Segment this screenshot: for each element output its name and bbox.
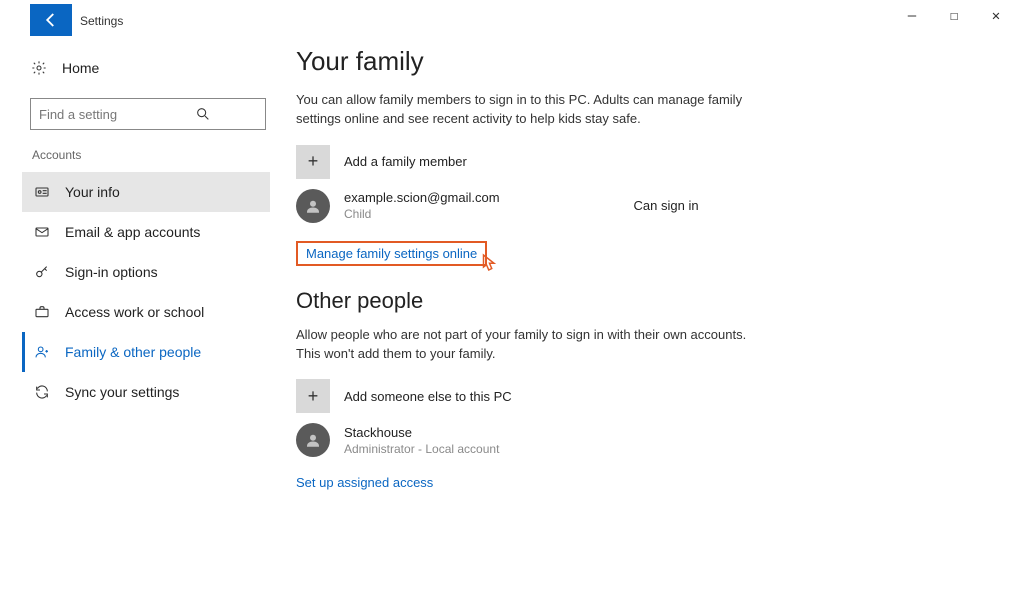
- add-family-member-button[interactable]: + Add a family member: [296, 145, 984, 179]
- manage-family-link[interactable]: Manage family settings online: [306, 246, 477, 261]
- add-other-label: Add someone else to this PC: [344, 389, 512, 404]
- sidebar-item-label: Email & app accounts: [65, 224, 200, 240]
- sidebar-item-label: Sign-in options: [65, 264, 158, 280]
- other-heading: Other people: [296, 288, 984, 314]
- close-button[interactable]: ✕: [986, 6, 1006, 26]
- sidebar-item-label: Your info: [65, 184, 120, 200]
- search-icon: [148, 105, 257, 123]
- assigned-access-link[interactable]: Set up assigned access: [296, 475, 433, 490]
- other-user-row[interactable]: Stackhouse Administrator - Local account: [296, 423, 984, 457]
- plus-icon: +: [296, 379, 330, 413]
- family-member-row[interactable]: example.scion@gmail.com Child Can sign i…: [296, 189, 984, 223]
- other-user-name: Stackhouse: [344, 425, 499, 440]
- member-email: example.scion@gmail.com: [344, 190, 500, 205]
- add-other-button[interactable]: + Add someone else to this PC: [296, 379, 984, 413]
- sidebar-item-label: Sync your settings: [65, 384, 179, 400]
- manage-family-link-highlight: Manage family settings online: [296, 241, 487, 266]
- other-description: Allow people who are not part of your fa…: [296, 326, 756, 364]
- app-title: Settings: [80, 6, 123, 36]
- maximize-button[interactable]: ☐: [944, 6, 964, 26]
- search-placeholder: Find a setting: [39, 107, 148, 122]
- sidebar-item-label: Family & other people: [65, 344, 201, 360]
- sidebar-item-family[interactable]: Family & other people: [22, 332, 270, 372]
- home-nav[interactable]: Home: [30, 50, 264, 86]
- sidebar-item-your-info[interactable]: Your info: [22, 172, 270, 212]
- person-icon: [33, 343, 51, 361]
- plus-icon: +: [296, 145, 330, 179]
- member-role: Child: [344, 207, 500, 221]
- back-button[interactable]: [30, 4, 72, 36]
- cursor-annotation: [473, 249, 503, 282]
- sidebar-item-email[interactable]: Email & app accounts: [22, 212, 270, 252]
- sync-icon: [33, 383, 51, 401]
- home-label: Home: [62, 60, 99, 76]
- sidebar-item-label: Access work or school: [65, 304, 204, 320]
- sidebar-item-sync[interactable]: Sync your settings: [22, 372, 270, 412]
- member-status: Can sign in: [634, 198, 699, 213]
- family-heading: Your family: [296, 46, 984, 77]
- avatar-icon: [296, 423, 330, 457]
- search-input[interactable]: Find a setting: [30, 98, 266, 130]
- category-label: Accounts: [32, 148, 264, 162]
- other-user-role: Administrator - Local account: [344, 442, 499, 456]
- sidebar-item-signin[interactable]: Sign-in options: [22, 252, 270, 292]
- mail-icon: [33, 223, 51, 241]
- family-description: You can allow family members to sign in …: [296, 91, 756, 129]
- id-card-icon: [33, 183, 51, 201]
- main-panel: Your family You can allow family members…: [268, 40, 1024, 596]
- briefcase-icon: [33, 303, 51, 321]
- add-family-label: Add a family member: [344, 154, 467, 169]
- sidebar-item-work[interactable]: Access work or school: [22, 292, 270, 332]
- key-icon: [33, 263, 51, 281]
- avatar-icon: [296, 189, 330, 223]
- sidebar: Home Find a setting Accounts Your info E…: [0, 40, 268, 596]
- gear-icon: [30, 59, 48, 77]
- titlebar: Settings — ☐ ✕: [0, 0, 1024, 40]
- minimize-button[interactable]: —: [902, 6, 922, 26]
